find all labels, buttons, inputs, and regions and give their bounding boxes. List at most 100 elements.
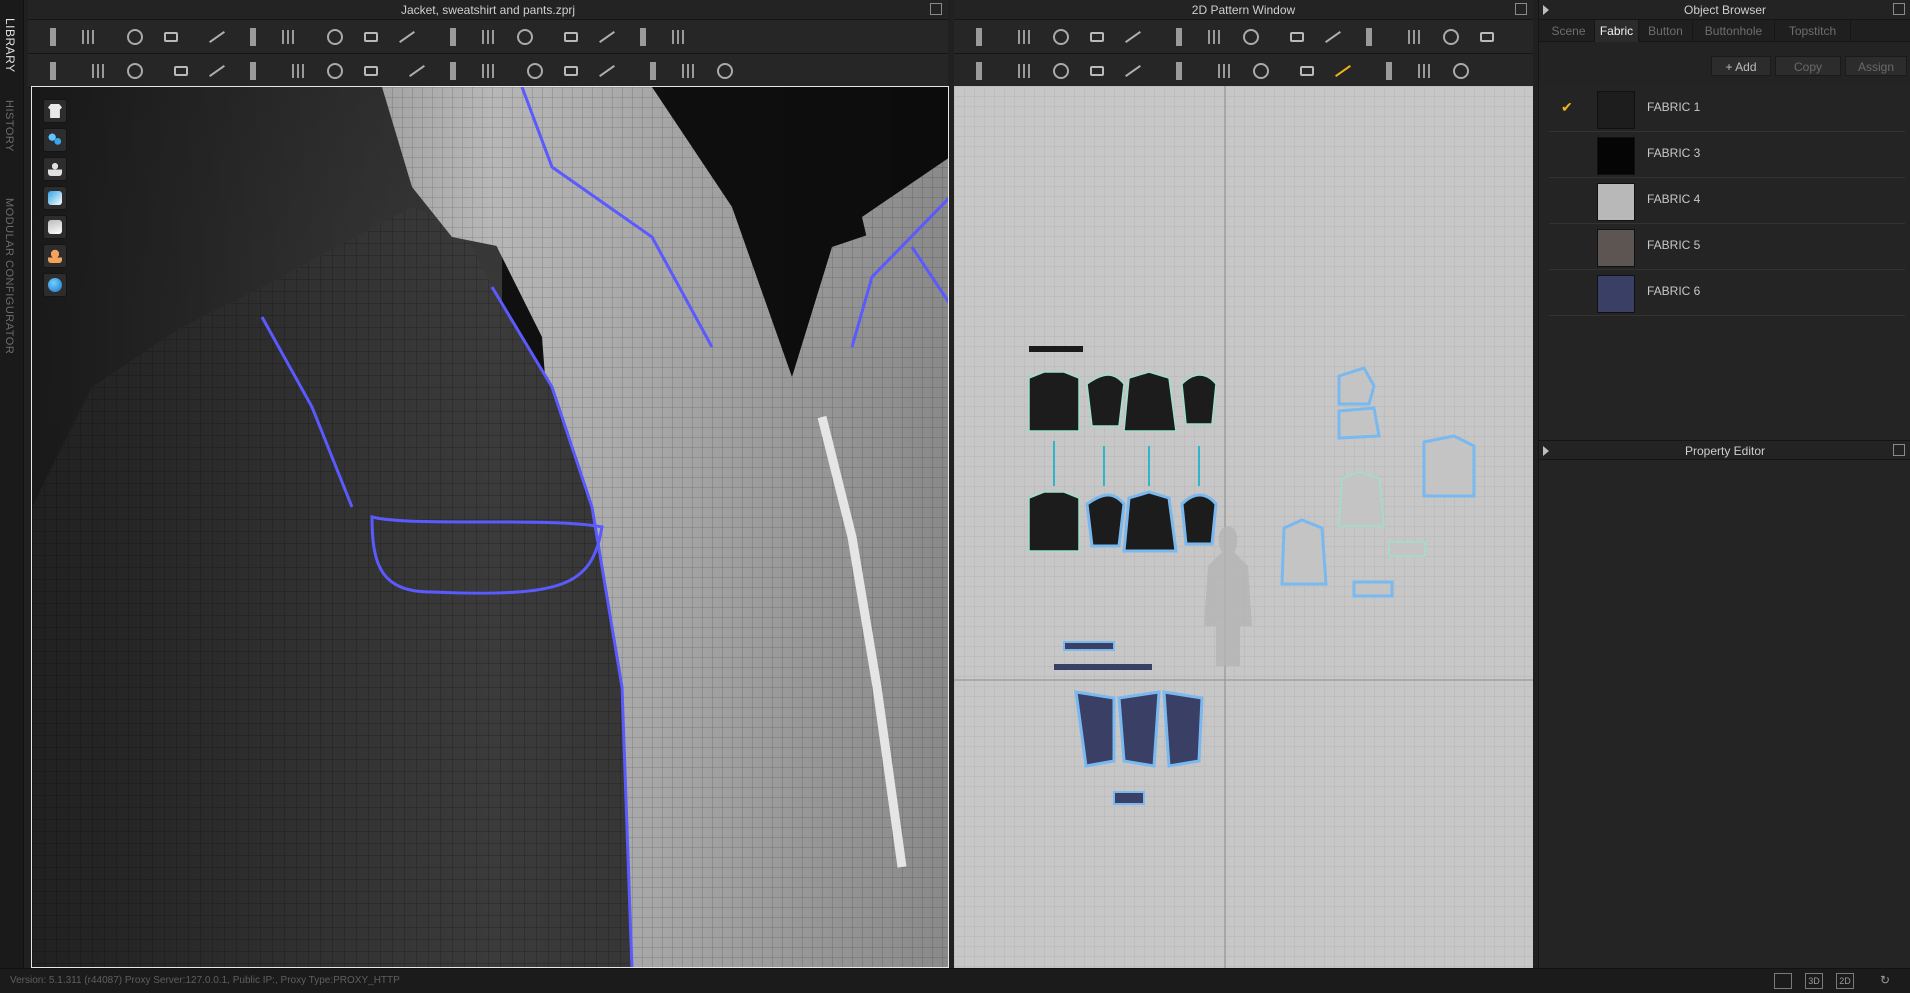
tool-icon[interactable] — [88, 60, 110, 82]
tool-icon[interactable] — [1214, 60, 1236, 82]
pattern-piece[interactable] — [1422, 434, 1476, 498]
tool-icon[interactable] — [968, 60, 990, 82]
tool-icon[interactable] — [1168, 60, 1190, 82]
pattern-piece[interactable] — [1085, 493, 1126, 548]
environment-display-button[interactable] — [43, 273, 67, 297]
tool-icon[interactable] — [1440, 26, 1462, 48]
tool-icon[interactable] — [42, 60, 64, 82]
tool-icon[interactable] — [1414, 60, 1436, 82]
collapse-icon[interactable] — [1543, 446, 1549, 456]
tool-icon[interactable] — [1332, 60, 1354, 82]
tool-icon[interactable] — [1322, 26, 1344, 48]
tool-icon[interactable] — [678, 60, 700, 82]
popout-icon[interactable] — [930, 3, 942, 15]
refresh-icon[interactable]: ↻ — [1876, 973, 1894, 989]
tab-fabric[interactable]: Fabric — [1595, 20, 1639, 42]
pattern-piece[interactable] — [1113, 791, 1145, 805]
pattern-piece[interactable] — [1162, 690, 1204, 768]
pattern-piece[interactable] — [1122, 490, 1178, 553]
2d-pattern-viewport[interactable] — [954, 86, 1533, 968]
fabric-row[interactable]: FABRIC 6 — [1549, 270, 1905, 316]
tool-icon[interactable] — [1086, 60, 1108, 82]
fabric-row[interactable]: FABRIC 5 — [1549, 224, 1905, 270]
popout-icon[interactable] — [1893, 444, 1905, 456]
tool-icon[interactable] — [1168, 26, 1190, 48]
tool-icon[interactable] — [42, 26, 64, 48]
tool-icon[interactable] — [278, 26, 300, 48]
skin-display-button[interactable] — [43, 244, 67, 268]
history-tab[interactable]: HISTORY — [3, 100, 15, 152]
tool-icon[interactable] — [524, 60, 546, 82]
tool-icon[interactable] — [242, 26, 264, 48]
tool-icon[interactable] — [560, 26, 582, 48]
tool-icon[interactable] — [406, 60, 428, 82]
popout-icon[interactable] — [1515, 3, 1527, 15]
tool-icon[interactable] — [396, 26, 418, 48]
pattern-piece[interactable] — [1337, 406, 1381, 440]
tool-icon[interactable] — [596, 60, 618, 82]
fabric-display-button[interactable] — [43, 215, 67, 239]
tab-scene[interactable]: Scene — [1543, 20, 1595, 42]
pattern-piece[interactable] — [1338, 471, 1385, 527]
tab-buttonhole[interactable]: Buttonhole — [1693, 20, 1775, 42]
tool-icon[interactable] — [968, 26, 990, 48]
pattern-piece[interactable] — [1117, 690, 1161, 768]
tool-icon[interactable] — [1122, 26, 1144, 48]
fabric-row[interactable]: FABRIC 3 — [1549, 132, 1905, 178]
tool-icon[interactable] — [170, 60, 192, 82]
tool-icon[interactable] — [78, 26, 100, 48]
tool-icon[interactable] — [1450, 60, 1472, 82]
pattern-piece[interactable] — [1029, 346, 1083, 352]
tool-icon[interactable] — [442, 60, 464, 82]
particle-display-button[interactable] — [43, 128, 67, 152]
add-fabric-button[interactable]: + Add — [1711, 56, 1771, 76]
tool-icon[interactable] — [288, 60, 310, 82]
collapse-icon[interactable] — [1543, 5, 1549, 15]
2d-view-button[interactable]: 2D — [1836, 973, 1854, 989]
tool-icon[interactable] — [1240, 26, 1262, 48]
tool-icon[interactable] — [514, 26, 536, 48]
tool-icon[interactable] — [478, 60, 500, 82]
tool-icon[interactable] — [1358, 26, 1380, 48]
texture-display-button[interactable] — [43, 186, 67, 210]
tool-icon[interactable] — [360, 60, 382, 82]
tool-icon[interactable] — [1378, 60, 1400, 82]
3d-view-button[interactable]: 3D — [1805, 973, 1823, 989]
avatar-display-button[interactable] — [43, 157, 67, 181]
copy-fabric-button[interactable]: Copy — [1775, 56, 1841, 76]
pattern-piece[interactable] — [1180, 493, 1218, 546]
fabric-row[interactable]: ✔ FABRIC 1 — [1549, 86, 1905, 132]
modular-configurator-tab[interactable]: MODULAR CONFIGURATOR — [3, 198, 15, 354]
tool-icon[interactable] — [1250, 60, 1272, 82]
split-view-button[interactable] — [1774, 973, 1792, 989]
assign-fabric-button[interactable]: Assign — [1845, 56, 1907, 76]
garment-display-button[interactable] — [43, 99, 67, 123]
pattern-piece[interactable] — [1086, 374, 1125, 427]
tool-icon[interactable] — [206, 26, 228, 48]
tool-icon[interactable] — [160, 26, 182, 48]
tool-icon[interactable] — [324, 26, 346, 48]
tool-icon[interactable] — [1286, 26, 1308, 48]
tool-icon[interactable] — [1050, 60, 1072, 82]
tool-icon[interactable] — [596, 26, 618, 48]
pattern-piece[interactable] — [1337, 366, 1376, 406]
tool-icon[interactable] — [642, 60, 664, 82]
tool-icon[interactable] — [1404, 26, 1426, 48]
library-tab[interactable]: LIBRARY — [3, 18, 17, 73]
tool-icon[interactable] — [1296, 60, 1318, 82]
pattern-piece[interactable] — [1028, 371, 1080, 432]
tool-icon[interactable] — [1086, 26, 1108, 48]
fabric-row[interactable]: FABRIC 4 — [1549, 178, 1905, 224]
pattern-piece[interactable] — [1028, 491, 1080, 552]
tool-icon[interactable] — [206, 60, 228, 82]
tool-icon[interactable] — [1122, 60, 1144, 82]
tool-icon[interactable] — [442, 26, 464, 48]
tool-icon[interactable] — [360, 26, 382, 48]
popout-icon[interactable] — [1893, 3, 1905, 15]
tool-icon[interactable] — [124, 26, 146, 48]
tool-icon[interactable] — [242, 60, 264, 82]
tool-icon[interactable] — [560, 60, 582, 82]
tool-icon[interactable] — [714, 60, 736, 82]
tool-icon[interactable] — [1204, 26, 1226, 48]
tab-topstitch[interactable]: Topstitch — [1775, 20, 1851, 42]
